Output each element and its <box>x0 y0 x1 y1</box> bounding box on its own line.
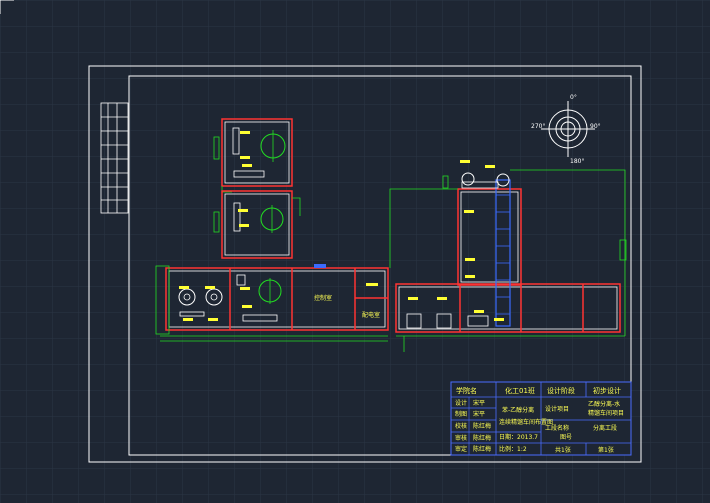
compass-north-label: 0° <box>570 94 577 101</box>
tb-row-label-0: 设计 <box>455 399 467 407</box>
compass-south-label: 180° <box>570 158 584 165</box>
tb-scale: 比例：1:2 <box>499 445 527 453</box>
tb-row-label-4: 审定 <box>455 445 467 453</box>
tb-project-label: 设计项目 <box>545 405 569 413</box>
tb-drawing-no: 图号 <box>560 434 572 441</box>
tb-row-value-0: 宋平 <box>473 399 485 407</box>
tb-header-0: 学院名 <box>456 386 477 395</box>
title-block[interactable]: 学院名 化工01班 设计阶段 初步设计 设计 宋平 制图 宋平 校核 陈红梅 审… <box>450 381 632 456</box>
tb-sheet: 第1张 <box>598 446 614 454</box>
tb-date: 日期：2013.7 <box>499 433 538 441</box>
tb-header-3: 初步设计 <box>593 386 621 395</box>
tb-stage-label: 工段名称 <box>545 424 569 432</box>
tb-stage-value: 分离工段 <box>593 424 617 432</box>
tb-row-label-2: 校核 <box>455 422 467 430</box>
tb-drawing-title: 苯-乙醇分离 <box>502 406 534 414</box>
tb-row-label-3: 审核 <box>455 434 467 442</box>
tb-row-value-1: 宋平 <box>473 410 485 418</box>
tb-header-2: 设计阶段 <box>547 386 575 395</box>
tb-project-value2: 精馏车间项目 <box>588 409 624 417</box>
tb-total: 共1张 <box>555 446 571 454</box>
tb-row-value-3: 陈红梅 <box>473 434 491 442</box>
tb-header-1: 化工01班 <box>505 386 535 395</box>
compass-east-label: 90° <box>590 123 601 130</box>
tb-row-label-1: 制图 <box>455 410 467 418</box>
control-room-label: 控制室 <box>314 294 332 302</box>
tb-row-value-2: 陈红梅 <box>473 422 491 430</box>
tb-project-value: 乙醇分离-水 <box>588 400 620 408</box>
cad-drawing-canvas[interactable]: 0° 90° 180° 270° 控制室 配电室 学院名 化工01班 设计阶段 … <box>0 0 710 503</box>
compass-west-label: 270° <box>531 123 545 130</box>
small-room-label: 配电室 <box>362 311 380 319</box>
tb-row-value-4: 陈红梅 <box>473 445 491 453</box>
